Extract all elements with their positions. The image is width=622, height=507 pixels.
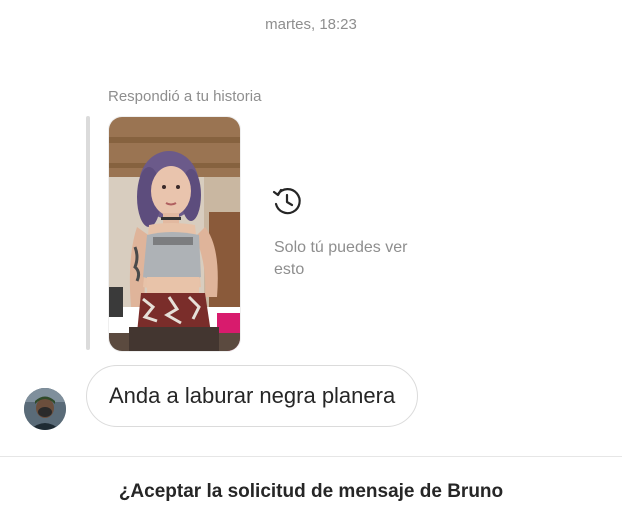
quote-bar bbox=[86, 116, 90, 350]
timestamp: martes, 18:23 bbox=[265, 16, 357, 33]
divider bbox=[0, 456, 622, 457]
request-title: ¿Aceptar la solicitud de mensaje de Brun… bbox=[118, 481, 504, 502]
message-bubble[interactable]: Anda a laburar negra planera bbox=[86, 365, 419, 427]
history-icon bbox=[270, 184, 304, 218]
story-reply-caption: Respondió a tu historia bbox=[108, 88, 262, 105]
story-thumbnail[interactable] bbox=[108, 116, 241, 352]
private-note: Solo tú puedes ver esto bbox=[274, 239, 408, 278]
avatar[interactable] bbox=[24, 388, 66, 430]
request-subtitle-cutoff bbox=[226, 503, 396, 507]
